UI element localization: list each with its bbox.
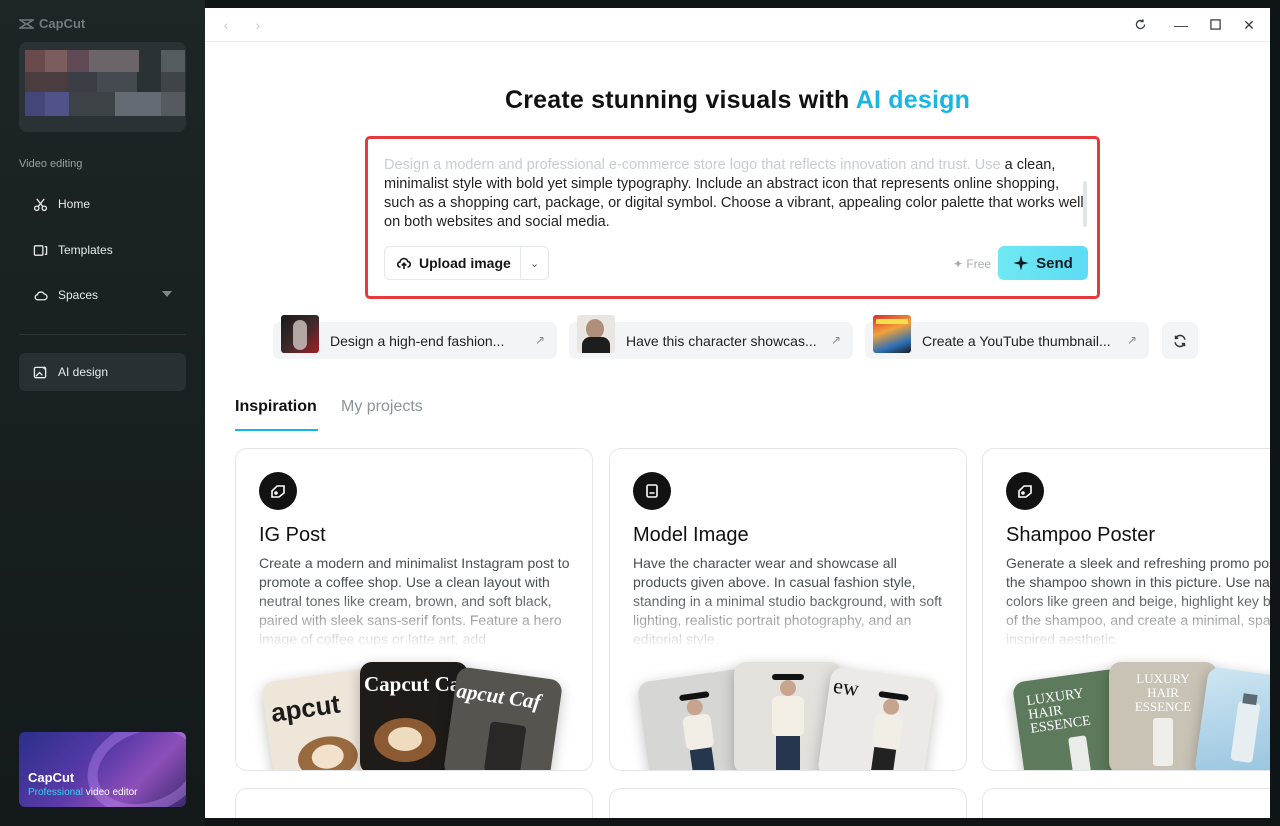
- card-title: IG Post: [259, 524, 326, 546]
- close-icon[interactable]: ✕: [1240, 16, 1258, 34]
- logo-text: CapCut: [39, 16, 86, 31]
- app-logo: CapCut: [19, 16, 85, 31]
- window-titlebar: ‹ › — ✕: [205, 8, 1270, 42]
- page-title-prefix: Create stunning visuals with: [504, 86, 856, 114]
- video-editing-label: Video editing: [19, 158, 83, 170]
- model-preview-3: ew: [816, 666, 938, 770]
- upload-image-button[interactable]: Upload image: [385, 247, 521, 279]
- youtube-thumbnail: [873, 315, 911, 353]
- template-card-model-image[interactable]: Model Image Have the character wear and …: [609, 448, 967, 771]
- reload-svg: [1135, 19, 1145, 30]
- prompt-faded-line: Design a modern and professional e-comme…: [384, 157, 1001, 173]
- promo-subtitle: Professional video editor: [28, 787, 138, 798]
- suggestion-label: Design a high-end fashion...: [330, 333, 505, 349]
- sidebar-divider: [19, 334, 186, 335]
- ai-image-icon: [33, 365, 47, 378]
- suggestion-label: Create a YouTube thumbnail...: [922, 333, 1111, 349]
- reload-icon[interactable]: [1131, 16, 1149, 34]
- maximize-svg: [1209, 19, 1221, 30]
- template-card-shampoo-poster[interactable]: Shampoo Poster Generate a sleek and refr…: [982, 448, 1270, 771]
- price-tag-icon: [1018, 485, 1032, 498]
- promo-banner[interactable]: CapCut Professional video editor: [19, 732, 186, 807]
- card-description: Have the character wear and showcase all…: [633, 554, 948, 649]
- cloud-upload-icon: [397, 257, 411, 269]
- chevron-down-icon[interactable]: [162, 291, 172, 297]
- sidebar-item-templates[interactable]: Templates: [19, 231, 186, 269]
- sidebar-item-label: Home: [58, 197, 91, 211]
- main-panel: ‹ › — ✕ Create stunning visuals with AI …: [205, 8, 1270, 818]
- sidebar-item-label: AI design: [58, 365, 109, 379]
- card-type-icon: [633, 472, 671, 510]
- upload-image-control: Upload image ⌄: [384, 246, 549, 280]
- template-card-ig-post[interactable]: IG Post Create a modern and minimalist I…: [235, 448, 593, 771]
- back-icon[interactable]: ‹: [217, 16, 235, 34]
- arrow-up-right-icon: ↗: [830, 333, 841, 347]
- active-tab-indicator: [235, 429, 318, 431]
- template-icon: [33, 244, 48, 256]
- page-title: Create stunning visuals with AI design: [205, 86, 1270, 115]
- template-card-partial[interactable]: [982, 788, 1270, 818]
- suggestion-chip-character[interactable]: Have this character showcas... ↗: [569, 315, 853, 359]
- suggestion-label: Have this character showcas...: [626, 333, 817, 349]
- cloud-icon: [34, 290, 48, 300]
- card-title: Shampoo Poster: [1006, 524, 1155, 546]
- minimize-icon[interactable]: —: [1172, 16, 1190, 34]
- page-title-accent: AI design: [855, 86, 971, 114]
- prompt-scrollbar[interactable]: [1083, 181, 1087, 227]
- price-tag-icon: [271, 485, 285, 498]
- send-button[interactable]: Send: [998, 246, 1088, 280]
- card-description: Generate a sleek and refreshing promo po…: [1006, 554, 1270, 649]
- arrow-up-right-icon: ↗: [534, 333, 545, 347]
- upload-dropdown-chevron-icon[interactable]: ⌄: [521, 257, 548, 270]
- sidebar-item-home[interactable]: Home: [19, 185, 186, 223]
- suggestion-chip-fashion[interactable]: Design a high-end fashion... ↗: [273, 315, 557, 359]
- suggestion-chip-youtube[interactable]: Create a YouTube thumbnail... ↗: [865, 315, 1149, 359]
- account-card-blurred[interactable]: [19, 42, 186, 132]
- template-card-partial[interactable]: [235, 788, 593, 818]
- maximize-icon[interactable]: [1206, 16, 1224, 34]
- tab-my-projects[interactable]: My projects: [341, 398, 423, 416]
- scissors-icon: [33, 197, 48, 211]
- forward-icon[interactable]: ›: [249, 16, 267, 34]
- refresh-suggestions-button[interactable]: [1162, 322, 1198, 359]
- card-description: Create a modern and minimalist Instagram…: [259, 554, 574, 649]
- capcut-logo-icon: [19, 18, 34, 29]
- fashion-thumbnail: [281, 315, 319, 353]
- sidebar-item-ai-design[interactable]: AI design: [19, 353, 186, 391]
- card-type-icon: [259, 472, 297, 510]
- tab-inspiration[interactable]: Inspiration: [235, 398, 317, 416]
- sidebar-item-label: Spaces: [58, 288, 99, 302]
- sidebar: CapCut Video editing Home Templates Spac…: [0, 0, 205, 826]
- sidebar-item-label: Templates: [58, 243, 113, 257]
- card-title: Model Image: [633, 524, 749, 546]
- refresh-icon: [1174, 334, 1186, 347]
- promo-subtitle-rest: video editor: [83, 787, 138, 798]
- prompt-box: Design a modern and professional e-comme…: [365, 136, 1100, 299]
- prompt-textarea[interactable]: Design a modern and professional e-comme…: [384, 156, 1089, 232]
- character-thumbnail: [577, 315, 615, 353]
- document-icon: [646, 484, 658, 498]
- template-card-partial[interactable]: [609, 788, 967, 818]
- upload-image-label: Upload image: [419, 255, 511, 271]
- coffee-preview-3: apcut Caf: [442, 666, 564, 770]
- sidebar-item-spaces[interactable]: Spaces: [19, 276, 186, 314]
- free-badge: ✦ Free: [953, 257, 992, 271]
- sparkle-icon: [1013, 255, 1029, 271]
- promo-title: CapCut: [28, 770, 75, 785]
- promo-subtitle-highlight: Professional: [28, 787, 84, 798]
- card-type-icon: [1006, 472, 1044, 510]
- arrow-up-right-icon: ↗: [1126, 333, 1137, 347]
- capcut-app: CapCut Video editing Home Templates Spac…: [0, 0, 1280, 826]
- send-label: Send: [1036, 254, 1073, 272]
